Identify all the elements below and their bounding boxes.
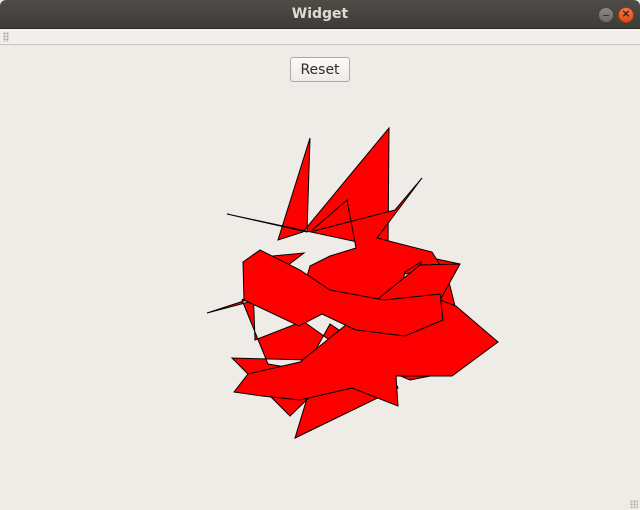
close-icon: × (621, 7, 631, 20)
minimize-button[interactable] (598, 7, 614, 23)
drawing-canvas (206, 126, 499, 439)
title-bar[interactable]: Widget × (0, 0, 640, 29)
toolbar-grip-icon[interactable] (3, 32, 9, 42)
window-title: Widget (291, 6, 349, 22)
resize-grip-icon[interactable] (630, 500, 638, 508)
minimize-icon (603, 15, 609, 16)
close-button[interactable]: × (618, 7, 634, 23)
toolbar (0, 29, 640, 45)
